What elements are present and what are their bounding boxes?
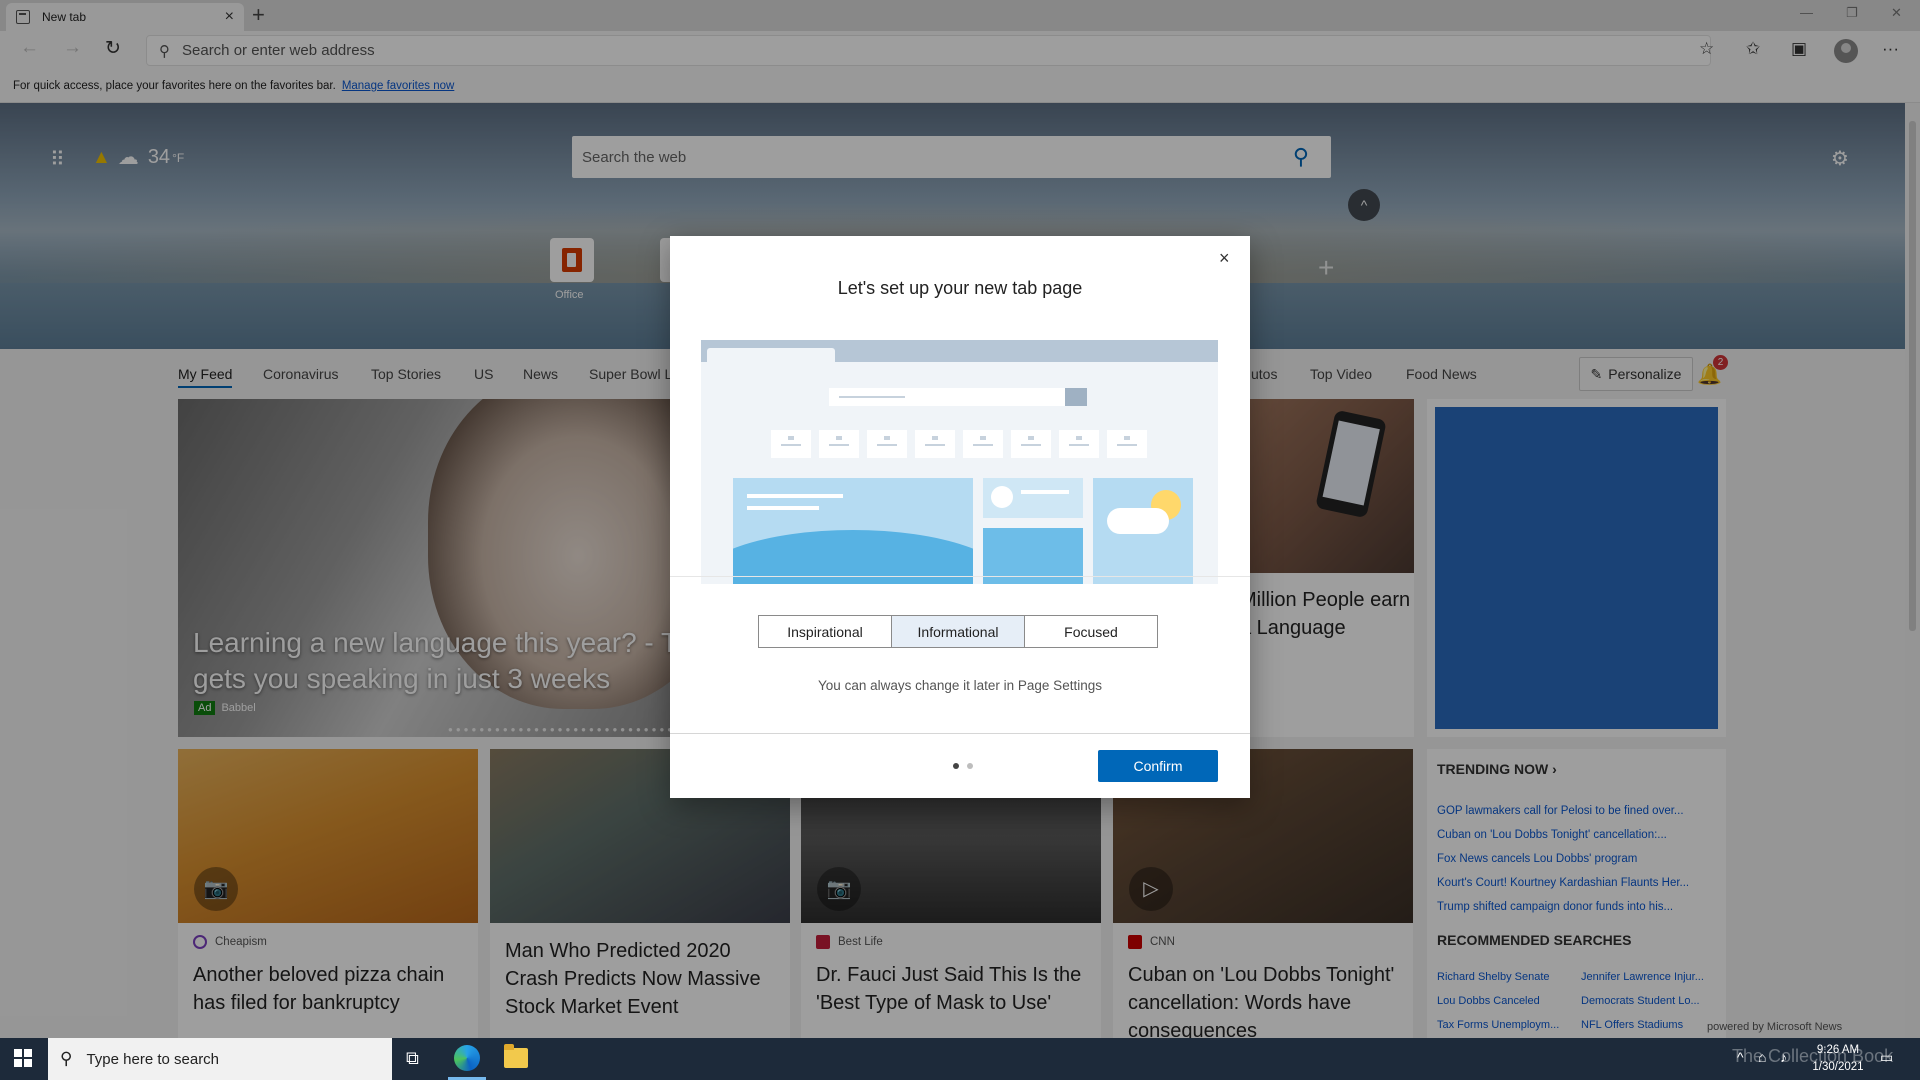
network-icon[interactable]: ⌂ [1758,1049,1766,1065]
taskbar: ⚲ Type here to search ⧉ The Collection B… [0,1038,1920,1080]
dialog-title: Let's set up your new tab page [837,278,1083,298]
search-icon: ⚲ [60,1049,73,1068]
dialog-footer-divider [670,733,1250,734]
clock-time: 9:26 AM [1816,1044,1860,1056]
layout-option-focused[interactable]: Focused [1024,615,1158,648]
confirm-button[interactable]: Confirm [1098,750,1218,782]
clock-date: 1/30/2021 [1812,1061,1864,1073]
windows-start-icon[interactable] [14,1049,32,1067]
dialog-divider [670,576,1250,577]
dialog-close-icon[interactable]: × [1219,248,1230,269]
layout-preview-illustration [701,340,1218,584]
tray-chevron-up-icon[interactable]: ^ [1737,1049,1744,1065]
pager-dot [967,763,973,769]
layout-option-group: Inspirational Informational Focused [758,615,1158,648]
setup-dialog: × Let's set up your new tab page Inspira… [670,236,1250,798]
action-center-icon[interactable]: ▭ [1880,1049,1893,1066]
file-explorer-icon[interactable] [504,1044,528,1068]
system-clock[interactable]: 9:26 AM 1/30/2021 [1808,1042,1868,1076]
edge-browser-icon[interactable] [454,1045,480,1071]
taskbar-search-input[interactable]: ⚲ Type here to search [48,1038,392,1080]
task-view-icon[interactable]: ⧉ [406,1048,419,1069]
dialog-pager [953,763,981,769]
pager-dot [953,763,959,769]
volume-icon[interactable]: ♪ [1780,1049,1787,1065]
dialog-note: You can always change it later in Page S… [818,678,1102,693]
layout-option-inspirational[interactable]: Inspirational [758,615,892,648]
taskbar-search-placeholder: Type here to search [86,1050,220,1068]
layout-option-informational[interactable]: Informational [891,615,1025,648]
